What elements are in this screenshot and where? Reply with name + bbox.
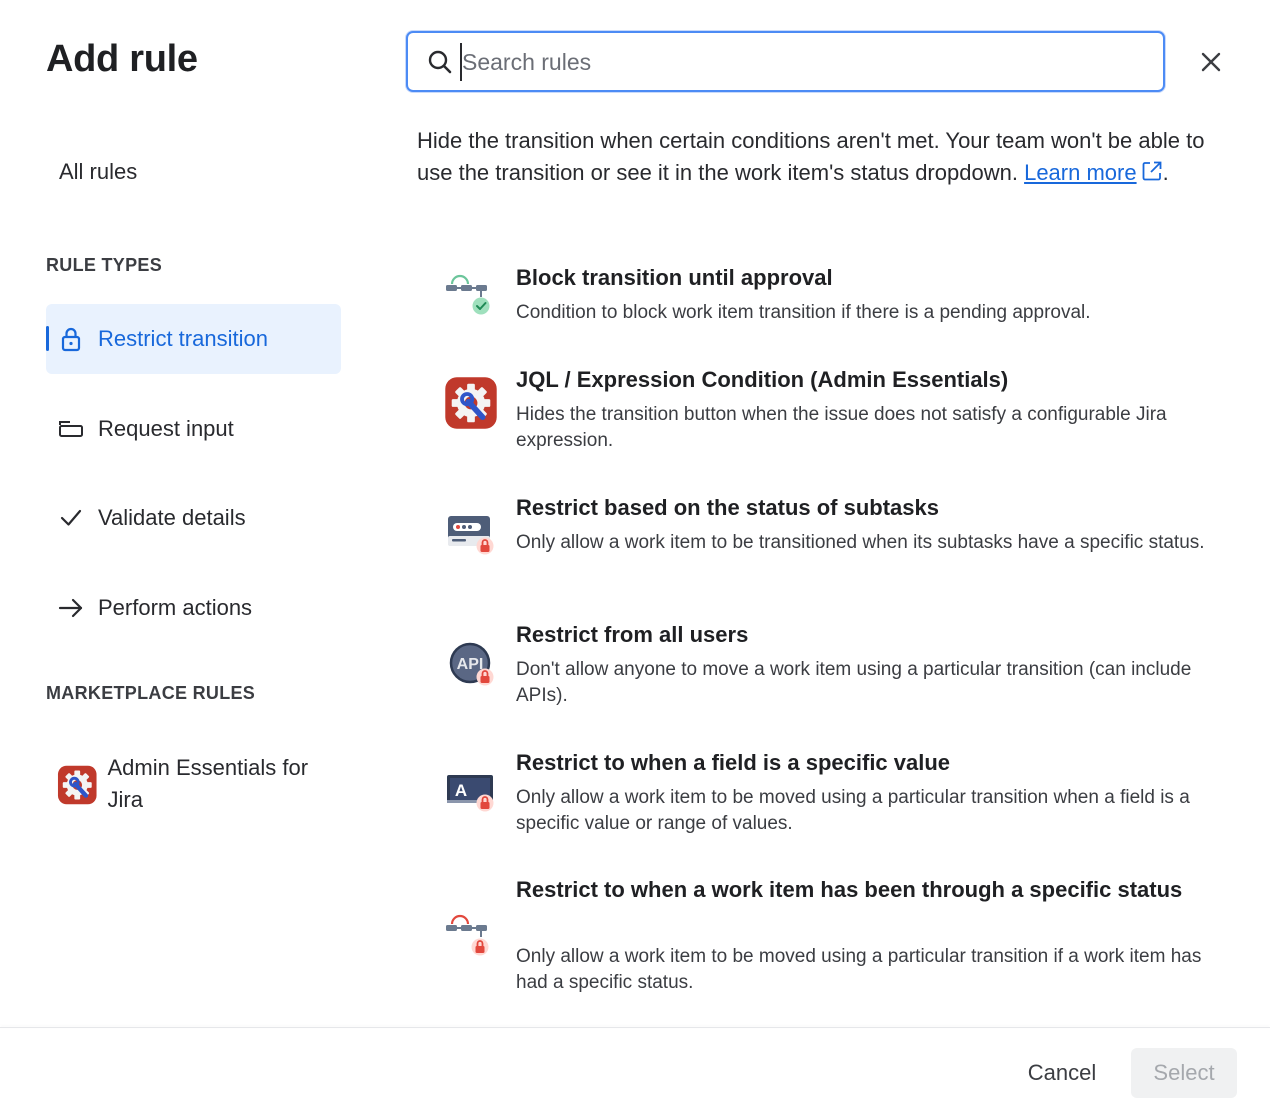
select-button[interactable]: Select <box>1131 1048 1237 1098</box>
rule-item-restrict-subtasks-status[interactable]: Restrict based on the status of subtasks… <box>440 492 1220 588</box>
rule-description: Don't allow anyone to move a work item u… <box>516 659 1192 706</box>
status-flow-lock-icon <box>446 914 489 956</box>
footer-divider <box>0 1027 1270 1028</box>
rule-type-description: Hide the transition when certain conditi… <box>417 128 1205 185</box>
rule-title: Restrict to when a field is a specific v… <box>516 750 951 775</box>
rule-item-restrict-field-specific-value[interactable]: A Restrict to when a field is a specific… <box>440 747 1220 843</box>
rule-description: Only allow a work item to be transitione… <box>516 532 1205 553</box>
admin-essentials-gear-icon <box>445 377 497 429</box>
sidebar-item-label: Request input <box>98 416 234 441</box>
approval-flow-icon <box>446 274 490 315</box>
rule-item-restrict-from-all-users[interactable]: API Restrict from all users Don't allow … <box>440 619 1220 715</box>
rule-item-jql-expression-condition[interactable]: JQL / Expression Condition (Admin Essent… <box>440 364 1220 460</box>
search-box[interactable] <box>406 31 1165 92</box>
search-input[interactable] <box>460 43 1150 81</box>
admin-essentials-gear-icon <box>57 765 97 805</box>
rule-title: Block transition until approval <box>516 265 833 290</box>
rule-item-block-transition-until-approval[interactable]: Block transition until approval Conditio… <box>440 262 1220 332</box>
external-link-icon <box>1142 161 1161 181</box>
rule-item-restrict-work-item-through-status[interactable]: Restrict to when a work item has been th… <box>440 874 1220 999</box>
sidebar-item-label: Restrict transition <box>98 326 268 351</box>
field-icon-text: A <box>455 781 467 800</box>
cancel-button[interactable]: Cancel <box>1010 1049 1114 1097</box>
api-icon-text: API <box>457 656 484 673</box>
lock-icon <box>58 326 84 352</box>
field-value-lock-icon: A <box>447 775 494 812</box>
rule-title: Restrict from all users <box>516 622 749 647</box>
rule-title: JQL / Expression Condition (Admin Essent… <box>516 367 1009 392</box>
rule-types-heading: RULE TYPES <box>46 255 163 275</box>
dialog-title: Add rule <box>46 38 198 80</box>
marketplace-rules-heading: MARKETPLACE RULES <box>46 683 256 703</box>
search-icon <box>428 50 452 74</box>
rule-description: Only allow a work item to be moved using… <box>516 946 1202 993</box>
sidebar-item-request-input[interactable]: Request input <box>46 394 341 464</box>
checkmark-icon <box>58 505 84 531</box>
sidebar-item-validate-details[interactable]: Validate details <box>46 483 341 553</box>
rule-title: Restrict based on the status of subtasks <box>516 495 939 520</box>
learn-more-link[interactable]: Learn more <box>1024 160 1137 185</box>
rule-title: Restrict to when a work item has been th… <box>516 877 1183 902</box>
arrow-right-icon <box>58 595 84 621</box>
rule-description: Condition to block work item transition … <box>516 302 1091 323</box>
sidebar-item-restrict-transition[interactable]: Restrict transition <box>46 304 341 374</box>
sidebar-item-admin-essentials[interactable]: Admin Essentials for Jira <box>46 752 341 816</box>
sidebar-item-label: Admin Essentials for Jira <box>107 755 309 812</box>
close-icon[interactable] <box>1193 44 1229 80</box>
input-field-icon <box>58 416 84 442</box>
sidebar-item-label: Validate details <box>98 505 246 530</box>
sidebar-item-label: Perform actions <box>98 595 253 620</box>
rule-description: Hides the transition button when the iss… <box>516 404 1167 451</box>
sidebar-item-all-rules[interactable]: All rules <box>59 159 137 185</box>
sidebar-item-perform-actions[interactable]: Perform actions <box>46 573 341 643</box>
subtasks-lock-icon <box>448 516 494 555</box>
api-lock-icon: API <box>449 642 494 686</box>
rule-description: Only allow a work item to be moved using… <box>516 787 1190 834</box>
